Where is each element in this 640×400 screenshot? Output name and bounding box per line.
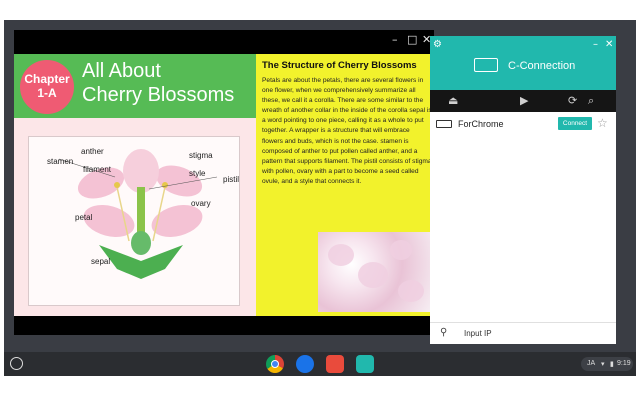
cc-header: ⚙ – ✕ C-Connection <box>430 36 616 90</box>
wifi-icon: ▾ <box>601 360 605 368</box>
gallery-icon[interactable] <box>326 355 344 373</box>
ovary-label: ovary <box>191 199 211 208</box>
structure-paragraph: Petals are about the petals, there are s… <box>262 77 432 185</box>
stigma-label: stigma <box>189 151 213 160</box>
sepal-label: sepal <box>91 257 111 266</box>
minimize-button[interactable]: – <box>392 33 398 47</box>
slide-window: – □ ✕ Chapter 1-A All About Cherry Bloss… <box>14 30 434 335</box>
cc-minimize-button[interactable]: – <box>593 39 598 51</box>
link-icon: ⚲ <box>440 327 448 338</box>
desktop: – □ ✕ Chapter 1-A All About Cherry Bloss… <box>0 0 640 400</box>
device-name: ForChrome <box>458 119 504 129</box>
anther-label: anther <box>81 147 104 156</box>
blossom-shape <box>390 240 412 260</box>
title-band: Chapter 1-A All About Cherry Blossoms <box>14 54 256 118</box>
anther-dot <box>114 182 120 188</box>
structure-heading: The Structure of Cherry Blossoms <box>262 60 417 71</box>
clock: 9:19 <box>617 360 631 367</box>
chapter-line1: Chapter <box>24 72 70 86</box>
ovary-shape <box>131 231 151 255</box>
anther-dot <box>162 182 168 188</box>
pistil-label: pistil <box>223 175 240 184</box>
device-icon <box>436 120 452 128</box>
search-icon[interactable]: ⌕ <box>588 94 594 108</box>
style-label: style <box>189 169 206 178</box>
cc-toolbar: ⏏ ▶ ⟳ ⌕ <box>430 90 616 112</box>
stamen-label: stamen <box>47 157 74 166</box>
device-list-item[interactable]: ForChrome Connect ☆ <box>430 114 616 134</box>
refresh-icon[interactable]: ⟳ <box>568 94 577 108</box>
settings-icon[interactable]: ⚙ <box>433 39 442 51</box>
petal-shape <box>155 165 203 197</box>
ime-indicator: JA <box>587 360 596 367</box>
blossom-shape <box>358 262 388 288</box>
wireless-display-icon <box>474 58 498 72</box>
slide-body: Chapter 1-A All About Cherry Blossoms an… <box>14 54 434 316</box>
chrome-icon[interactable] <box>266 355 284 373</box>
blossom-shape <box>328 244 354 266</box>
slide-titlebar: – □ ✕ <box>14 30 434 54</box>
filament-label: filament <box>83 165 112 174</box>
cc-app-title: C-Connection <box>508 60 576 72</box>
maximize-button[interactable]: □ <box>407 33 417 47</box>
petal-label: petal <box>75 213 93 222</box>
cc-close-button[interactable]: ✕ <box>605 39 613 51</box>
status-tray[interactable]: JA ▾ ▮ 9:19 <box>581 357 633 371</box>
connect-button[interactable]: Connect <box>558 117 592 130</box>
chapter-badge: Chapter 1-A <box>20 60 74 114</box>
c-connection-window: ⚙ – ✕ C-Connection ⏏ ▶ ⟳ ⌕ ForChrome Con… <box>430 36 616 344</box>
eject-icon[interactable]: ⏏ <box>448 94 458 108</box>
slide-right-pane: The Structure of Cherry Blossoms Petals … <box>256 54 434 316</box>
slide-left-pane: Chapter 1-A All About Cherry Blossoms an… <box>14 54 256 316</box>
chapter-line2: 1-A <box>37 86 57 100</box>
cc-footer[interactable]: ⚲ Input IP <box>430 322 616 344</box>
favorite-star-icon[interactable]: ☆ <box>597 116 608 130</box>
play-icon[interactable]: ▶ <box>520 94 528 108</box>
shelf: JA ▾ ▮ 9:19 <box>4 352 636 376</box>
files-icon[interactable] <box>296 355 314 373</box>
petal-shape <box>123 149 159 193</box>
c-connection-app-icon[interactable] <box>356 355 374 373</box>
title-line1: All About <box>82 60 161 82</box>
blossom-shape <box>398 280 424 302</box>
slide-title: All About Cherry Blossoms <box>82 59 234 107</box>
flower-diagram: anther filament stamen stigma style pist… <box>28 136 240 306</box>
title-line2: Cherry Blossoms <box>82 84 235 106</box>
launcher-icon[interactable] <box>10 357 23 370</box>
cherry-blossom-photo <box>318 232 430 312</box>
battery-icon: ▮ <box>610 360 614 368</box>
input-ip-label[interactable]: Input IP <box>464 328 492 339</box>
